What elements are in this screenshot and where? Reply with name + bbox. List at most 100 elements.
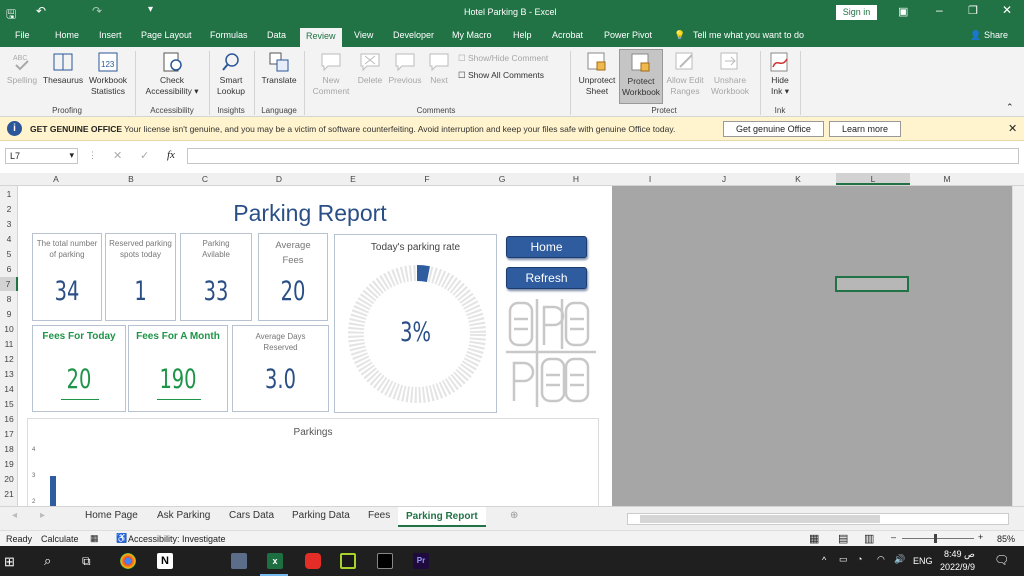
- protect-workbook-button[interactable]: Protect Workbook: [619, 49, 663, 104]
- row-header[interactable]: 2: [0, 204, 18, 214]
- row-header[interactable]: 8: [0, 294, 18, 304]
- cancel-icon[interactable]: ✕: [113, 149, 122, 162]
- notion-icon[interactable]: N: [157, 553, 173, 569]
- row-header[interactable]: 4: [0, 234, 18, 244]
- normal-view-icon[interactable]: ▦: [809, 532, 819, 545]
- language-indicator[interactable]: ENG: [913, 556, 933, 566]
- row-header[interactable]: 21: [0, 489, 18, 499]
- new-sheet-icon[interactable]: ⊕: [510, 510, 518, 521]
- column-header[interactable]: G: [464, 174, 540, 184]
- minimize-icon[interactable]: –: [936, 3, 943, 17]
- prev-sheet-icon[interactable]: ◂: [12, 510, 17, 521]
- row-header[interactable]: 3: [0, 219, 18, 229]
- tab-view[interactable]: View: [354, 30, 373, 40]
- page-break-view-icon[interactable]: ▥: [864, 532, 874, 545]
- row-header[interactable]: 11: [0, 339, 18, 349]
- tab-developer[interactable]: Developer: [393, 30, 434, 40]
- vertical-scrollbar[interactable]: [1012, 186, 1024, 506]
- row-header[interactable]: 16: [0, 414, 18, 424]
- row-header[interactable]: 1: [0, 189, 18, 199]
- new-comment-button[interactable]: New Comment: [308, 51, 354, 97]
- save-icon[interactable]: 🖫: [6, 5, 16, 26]
- learn-more-button[interactable]: Learn more: [829, 121, 901, 137]
- tab-file[interactable]: File: [15, 30, 30, 40]
- refresh-button[interactable]: Refresh: [506, 267, 587, 289]
- check-accessibility-button[interactable]: Check Accessibility ▾: [140, 51, 204, 97]
- row-header[interactable]: 7: [0, 277, 18, 291]
- zoom-out-icon[interactable]: –: [891, 532, 896, 542]
- tell-me-search[interactable]: Tell me what you want to do: [693, 30, 804, 40]
- spelling-button[interactable]: ABC Spelling: [4, 51, 40, 86]
- redo-icon[interactable]: ↷: [92, 4, 102, 18]
- close-info-icon[interactable]: ✕: [1008, 122, 1017, 135]
- accessibility-status[interactable]: Accessibility: Investigate: [128, 534, 226, 544]
- row-header[interactable]: 18: [0, 444, 18, 454]
- task-view-icon[interactable]: ⧉: [82, 554, 91, 569]
- terminal-icon[interactable]: [377, 553, 393, 569]
- workbook-statistics-button[interactable]: 123 Workbook Statistics: [86, 51, 130, 97]
- get-genuine-office-button[interactable]: Get genuine Office: [723, 121, 824, 137]
- unprotect-sheet-button[interactable]: Unprotect Sheet: [575, 51, 619, 97]
- insert-function-icon[interactable]: fx: [167, 149, 175, 161]
- translate-button[interactable]: Translate: [257, 51, 301, 86]
- tab-power-pivot[interactable]: Power Pivot: [604, 30, 652, 40]
- volume-icon[interactable]: 🔊: [894, 554, 905, 565]
- ribbon-display-icon[interactable]: ▣: [898, 5, 908, 18]
- previous-comment-button[interactable]: Previous: [386, 51, 424, 86]
- row-header[interactable]: 19: [0, 459, 18, 469]
- column-header[interactable]: B: [94, 174, 168, 184]
- column-header[interactable]: D: [242, 174, 316, 184]
- battery-icon[interactable]: ▭: [839, 554, 848, 565]
- restore-icon[interactable]: ❐: [968, 4, 978, 17]
- name-box-dropdown-icon[interactable]: ▾: [69, 150, 74, 161]
- column-header[interactable]: J: [688, 174, 760, 184]
- row-header[interactable]: 20: [0, 474, 18, 484]
- page-layout-view-icon[interactable]: ▤: [838, 532, 848, 545]
- tab-cars-data[interactable]: Cars Data: [229, 510, 274, 521]
- tab-fees[interactable]: Fees: [368, 510, 390, 521]
- tab-page-layout[interactable]: Page Layout: [141, 30, 192, 40]
- formula-input[interactable]: [187, 148, 1019, 164]
- unshare-workbook-button[interactable]: Unshare Workbook: [707, 51, 753, 97]
- tab-help[interactable]: Help: [513, 30, 532, 40]
- column-header[interactable]: H: [540, 174, 612, 184]
- row-header[interactable]: 15: [0, 399, 18, 409]
- share-button[interactable]: Share: [984, 30, 1008, 40]
- chrome-icon[interactable]: [120, 553, 136, 569]
- row-header[interactable]: 13: [0, 369, 18, 379]
- thesaurus-button[interactable]: Thesaurus: [42, 51, 84, 86]
- calculator-icon[interactable]: [231, 553, 247, 569]
- tray-chevron-icon[interactable]: ^: [822, 555, 826, 565]
- horizontal-scrollbar[interactable]: [627, 513, 1009, 525]
- search-icon[interactable]: ⌕: [44, 553, 51, 569]
- zoom-slider[interactable]: [902, 534, 974, 543]
- column-header[interactable]: M: [910, 174, 984, 184]
- enter-icon[interactable]: ✓: [140, 149, 149, 162]
- excel-icon[interactable]: x: [267, 553, 283, 569]
- row-header[interactable]: 12: [0, 354, 18, 364]
- column-header[interactable]: K: [760, 174, 836, 184]
- column-header[interactable]: A: [18, 174, 94, 184]
- network-icon[interactable]: ◔: [857, 554, 862, 564]
- calculate-status[interactable]: Calculate: [41, 534, 79, 544]
- undo-icon[interactable]: ↶: [36, 4, 46, 18]
- next-comment-button[interactable]: Next: [424, 51, 454, 86]
- allow-edit-ranges-button[interactable]: Allow Edit Ranges: [664, 51, 706, 97]
- tab-insert[interactable]: Insert: [99, 30, 122, 40]
- show-hide-comment-button[interactable]: ☐ Show/Hide Comment: [458, 53, 548, 64]
- tab-parking-report[interactable]: Parking Report: [398, 507, 486, 527]
- notification-icon[interactable]: 🗨: [994, 553, 1009, 567]
- tab-formulas[interactable]: Formulas: [210, 30, 248, 40]
- youtube-icon[interactable]: [305, 553, 321, 569]
- smart-lookup-button[interactable]: Smart Lookup: [212, 51, 250, 97]
- row-header[interactable]: 14: [0, 384, 18, 394]
- show-all-comments-button[interactable]: ☐ Show All Comments: [458, 70, 544, 81]
- hide-ink-button[interactable]: Hide Ink ▾: [762, 51, 798, 97]
- tab-ask-parking[interactable]: Ask Parking: [157, 510, 210, 521]
- column-header[interactable]: I: [612, 174, 688, 184]
- column-header[interactable]: F: [390, 174, 464, 184]
- tab-acrobat[interactable]: Acrobat: [552, 30, 583, 40]
- row-header[interactable]: 10: [0, 324, 18, 334]
- share-icon[interactable]: 👤: [970, 30, 981, 41]
- next-sheet-icon[interactable]: ▸: [40, 510, 45, 521]
